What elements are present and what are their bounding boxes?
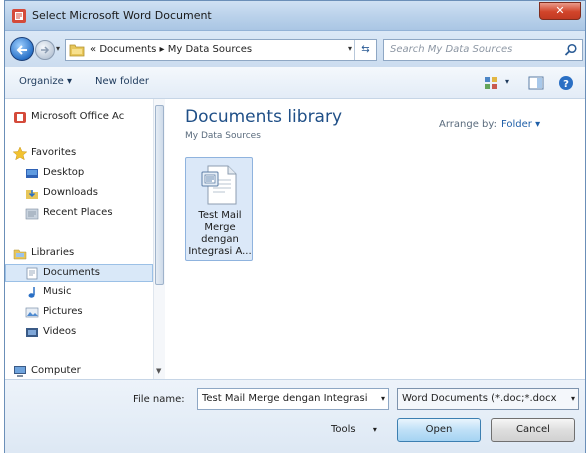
library-subtitle: My Data Sources bbox=[185, 131, 261, 141]
sidebar-item-desktop[interactable]: Desktop bbox=[5, 165, 153, 183]
refresh-button[interactable]: ⇆ bbox=[354, 40, 376, 60]
title-bar[interactable]: Select Microsoft Word Document ✕ bbox=[5, 1, 585, 31]
forward-button[interactable] bbox=[35, 40, 55, 60]
sidebar-item-label: Desktop bbox=[43, 167, 85, 178]
organize-button[interactable]: Organize ▾ bbox=[19, 76, 72, 87]
sidebar-item-microsoft-office[interactable]: Microsoft Office Ac bbox=[5, 109, 153, 127]
file-type-value: Word Documents (*.doc;*.docx bbox=[402, 393, 557, 404]
scrollbar-thumb[interactable] bbox=[155, 105, 164, 285]
office-icon bbox=[14, 112, 26, 123]
sidebar-item-music[interactable]: Music bbox=[5, 284, 153, 302]
sidebar-item-label: Videos bbox=[43, 326, 77, 337]
videos-icon bbox=[26, 328, 38, 337]
change-view-icon[interactable] bbox=[483, 74, 501, 92]
sidebar-item-label: Pictures bbox=[43, 306, 83, 317]
chevron-down-icon: ▾ bbox=[372, 425, 377, 434]
star-icon bbox=[13, 147, 27, 160]
file-name-input[interactable]: Test Mail Merge dengan Integrasi ▾ bbox=[197, 388, 389, 410]
address-bar[interactable]: « Documents ▸ My Data Sources ▾ ⇆ bbox=[65, 39, 377, 61]
arrange-by-label: Arrange by: bbox=[439, 119, 497, 130]
back-button[interactable] bbox=[10, 37, 34, 61]
tools-label: Tools bbox=[331, 424, 356, 435]
sidebar-item-libraries[interactable]: Libraries bbox=[5, 245, 153, 263]
open-button[interactable]: Open bbox=[397, 418, 481, 442]
sidebar-item-recent-places[interactable]: Recent Places bbox=[5, 205, 153, 223]
music-icon bbox=[28, 287, 35, 298]
arrow-left-icon bbox=[16, 45, 27, 55]
command-toolbar: Organize ▾ New folder ▾ ? bbox=[5, 67, 585, 99]
sidebar-item-label: Microsoft Office Ac bbox=[31, 111, 125, 122]
computer-icon bbox=[14, 366, 26, 377]
breadcrumb-overflow[interactable]: « bbox=[90, 44, 96, 55]
breadcrumb-separator[interactable]: ▸ bbox=[160, 44, 165, 55]
window-title: Select Microsoft Word Document bbox=[32, 9, 212, 22]
file-name-panel: File name: Test Mail Merge dengan Integr… bbox=[5, 379, 585, 453]
file-type-select[interactable]: Word Documents (*.doc;*.docx ▾ bbox=[397, 388, 579, 410]
cancel-button[interactable]: Cancel bbox=[491, 418, 575, 442]
refresh-icon: ⇆ bbox=[361, 44, 370, 55]
svg-text:?: ? bbox=[563, 79, 569, 90]
close-button[interactable]: ✕ bbox=[539, 2, 581, 20]
folder-icon bbox=[69, 44, 85, 57]
open-file-dialog: Select Microsoft Word Document ✕ ▾ « Doc… bbox=[4, 0, 586, 453]
documents-icon bbox=[26, 267, 38, 280]
downloads-icon bbox=[26, 190, 38, 199]
sidebar-item-label: Recent Places bbox=[43, 207, 113, 218]
file-item[interactable]: Test Mail Merge dengan Integrasi A... bbox=[185, 157, 253, 261]
view-dropdown-arrow[interactable]: ▾ bbox=[505, 77, 509, 86]
search-input[interactable]: Search My Data Sources bbox=[390, 44, 512, 55]
breadcrumb-item-documents[interactable]: Documents bbox=[99, 44, 156, 55]
arrange-by-dropdown[interactable]: Folder ▾ bbox=[501, 119, 540, 130]
arrow-right-icon bbox=[41, 46, 50, 54]
libraries-icon bbox=[13, 249, 27, 260]
navigation-bar: ▾ « Documents ▸ My Data Sources ▾ ⇆ Sear… bbox=[5, 31, 585, 67]
file-name-value: Test Mail Merge dengan Integrasi bbox=[202, 393, 368, 404]
navigation-pane: Microsoft Office Ac Favorites Desktop Do… bbox=[5, 99, 165, 379]
sidebar-item-label: Documents bbox=[43, 267, 101, 278]
sidebar-item-pictures[interactable]: Pictures bbox=[5, 304, 153, 322]
sidebar-item-videos[interactable]: Videos bbox=[5, 324, 153, 342]
file-name-label: File name: bbox=[133, 394, 185, 405]
breadcrumb-item-my-data-sources[interactable]: My Data Sources bbox=[168, 44, 252, 55]
sidebar-item-documents[interactable]: Documents bbox=[5, 264, 153, 282]
word-app-icon bbox=[12, 9, 26, 23]
desktop-icon bbox=[26, 169, 38, 178]
sidebar-item-favorites[interactable]: Favorites bbox=[5, 145, 153, 163]
sidebar-item-label: Libraries bbox=[31, 247, 75, 258]
help-icon[interactable]: ? bbox=[557, 74, 575, 92]
recent-places-icon bbox=[25, 208, 39, 220]
sidebar-item-downloads[interactable]: Downloads bbox=[5, 185, 153, 203]
library-title: Documents library bbox=[185, 107, 343, 127]
chevron-down-icon[interactable]: ▾ bbox=[571, 394, 575, 403]
sidebar-item-label: Favorites bbox=[31, 147, 77, 158]
sidebar-item-label: Music bbox=[43, 286, 72, 297]
search-icon[interactable] bbox=[564, 43, 578, 57]
scroll-down-arrow[interactable]: ▼ bbox=[156, 367, 161, 375]
file-list-pane: Documents library My Data Sources Arrang… bbox=[167, 99, 585, 379]
recent-locations-dropdown[interactable]: ▾ bbox=[56, 44, 60, 53]
breadcrumb: « Documents ▸ My Data Sources bbox=[90, 44, 252, 55]
chevron-down-icon[interactable]: ▾ bbox=[381, 394, 385, 403]
pictures-icon bbox=[25, 307, 39, 318]
search-box[interactable]: Search My Data Sources bbox=[383, 39, 583, 61]
address-dropdown-arrow[interactable]: ▾ bbox=[348, 44, 352, 53]
sidebar-item-label: Computer bbox=[31, 365, 81, 376]
new-folder-button[interactable]: New folder bbox=[95, 76, 149, 87]
file-name-label: Test Mail Merge dengan Integrasi A... bbox=[188, 210, 252, 257]
preview-pane-icon[interactable] bbox=[527, 74, 545, 92]
sidebar-item-computer[interactable]: Computer bbox=[5, 363, 153, 379]
tools-menu-button[interactable]: Tools ▾ bbox=[331, 424, 377, 435]
sidebar-item-label: Downloads bbox=[43, 187, 98, 198]
word-document-icon bbox=[201, 165, 237, 205]
